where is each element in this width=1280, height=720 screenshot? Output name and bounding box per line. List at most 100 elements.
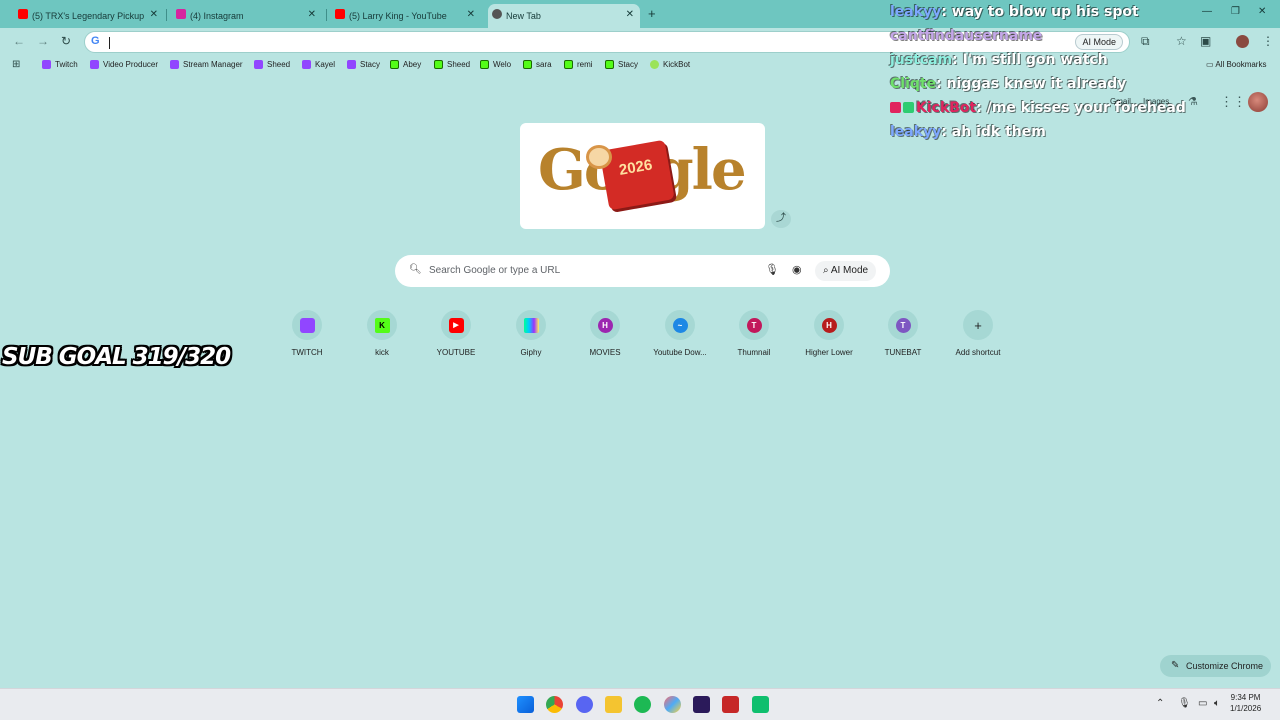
- shortcut-tile: T: [739, 310, 769, 340]
- chat-username: leakyy: [890, 4, 942, 20]
- shortcut-tile: [292, 310, 322, 340]
- chrome-taskbar-icon[interactable]: [546, 696, 563, 713]
- shortcut-giphy[interactable]: Giphy: [494, 310, 568, 366]
- taskbar: ⌃ 🎙︎ ▭ 🔈︎ 9:34 PM 1/1/2026: [0, 688, 1280, 720]
- shortcut-tile: H: [814, 310, 844, 340]
- customize-chrome-button[interactable]: ✎ Customize Chrome: [1160, 655, 1271, 677]
- tab-title: (4) Instagram: [190, 11, 244, 21]
- chat-message: justcam: I'm still gon watch: [890, 52, 1280, 76]
- shortcut-tile: +: [963, 310, 993, 340]
- close-icon[interactable]: ✕: [150, 9, 158, 20]
- shortcut-youtube-downloader[interactable]: ~ Youtube Dow...: [643, 310, 717, 366]
- bookmark-label: Sheed: [267, 60, 291, 69]
- bookmark-item[interactable]: KickBot: [650, 60, 690, 69]
- microphone-tray-icon[interactable]: 🎙︎: [1178, 698, 1191, 709]
- bookmark-item[interactable]: Sheed: [434, 60, 470, 69]
- chat-overlay: leakyy: way to blow up his spot cantfind…: [890, 4, 1280, 148]
- shortcut-label: TUNEBAT: [884, 348, 922, 357]
- close-icon[interactable]: ✕: [308, 9, 316, 20]
- bookmark-item[interactable]: sara: [523, 60, 552, 69]
- chat-text: niggas knew it already: [946, 76, 1127, 92]
- chat-separator: :: [941, 124, 952, 140]
- volume-icon[interactable]: 🔈︎: [1214, 698, 1220, 709]
- chat-message: KickBot: /me kisses your forehead: [890, 100, 1280, 124]
- shortcut-tile: K: [367, 310, 397, 340]
- premiere-pro-icon[interactable]: [693, 696, 710, 713]
- bookmark-label: remi: [577, 60, 593, 69]
- shortcut-tile: [516, 310, 546, 340]
- apps-grid-icon[interactable]: ⊞: [12, 59, 20, 70]
- twitch-icon: [170, 60, 179, 69]
- bookmark-item[interactable]: Welo: [480, 60, 511, 69]
- tray-chevron-icon[interactable]: ⌃: [1156, 698, 1164, 709]
- kick-icon: [564, 60, 573, 69]
- tab-instagram[interactable]: (4) Instagram ✕: [172, 4, 322, 28]
- higher-lower-letter-icon: H: [821, 317, 837, 333]
- bookmark-item[interactable]: Sheed: [254, 60, 290, 69]
- chat-separator: :: [941, 4, 952, 20]
- shortcut-higher-lower[interactable]: H Higher Lower: [792, 310, 866, 366]
- shortcut-tile: H: [590, 310, 620, 340]
- tab-new-tab[interactable]: New Tab ✕: [488, 4, 640, 28]
- discord-icon[interactable]: [576, 696, 593, 713]
- google-doodle[interactable]: Google 2026: [520, 123, 765, 229]
- bookmark-item[interactable]: Stacy: [605, 60, 638, 69]
- app-green-icon[interactable]: [752, 696, 769, 713]
- bookmark-item[interactable]: Abey: [390, 60, 421, 69]
- bookmark-label: Video Producer: [103, 60, 158, 69]
- share-icon[interactable]: ⤴: [771, 210, 791, 228]
- spotify-icon[interactable]: [634, 696, 651, 713]
- microphone-icon[interactable]: 🎙︎: [765, 263, 779, 276]
- reload-icon[interactable]: ↻: [61, 34, 71, 48]
- shortcut-twitch[interactable]: TWITCH: [270, 310, 344, 366]
- bookmark-item[interactable]: Video Producer: [90, 60, 158, 69]
- back-icon[interactable]: ←: [13, 34, 25, 48]
- tab-separator: [326, 9, 327, 21]
- tab-separator: [166, 9, 167, 21]
- ai-mode-label: AI Mode: [830, 265, 869, 276]
- new-tab-button[interactable]: +: [648, 6, 656, 21]
- clock-date: 1/1/2026: [1230, 704, 1262, 713]
- twitch-icon: [347, 60, 356, 69]
- ai-mode-button[interactable]: ⌕ AI Mode: [815, 261, 877, 281]
- windows-start-icon[interactable]: [517, 696, 534, 713]
- bookmark-item[interactable]: Kayel: [302, 60, 335, 69]
- chat-separator: :: [952, 52, 963, 68]
- network-icon[interactable]: ▭: [1198, 698, 1207, 709]
- chat-message: cantfindausername: [890, 28, 1280, 52]
- text-cursor: [109, 37, 110, 49]
- close-icon[interactable]: ✕: [626, 9, 634, 20]
- doodle-calendar-book: 2026: [599, 139, 675, 211]
- search-box[interactable]: 🔍︎ Search Google or type a URL 🎙︎ ◉ ⌕ AI…: [395, 255, 890, 287]
- bookmark-label: KickBot: [663, 60, 691, 69]
- youtube-icon: [18, 9, 28, 19]
- bookmark-item[interactable]: Twitch: [42, 60, 78, 69]
- bookmark-label: Abey: [403, 60, 422, 69]
- file-explorer-icon[interactable]: [605, 696, 622, 713]
- forward-icon[interactable]: →: [37, 34, 49, 48]
- kick-icon: [605, 60, 614, 69]
- tab-title: New Tab: [506, 11, 541, 21]
- twitch-icon: [302, 60, 311, 69]
- shortcut-youtube[interactable]: ▶ YOUTUBE: [419, 310, 493, 366]
- shortcut-tunebat[interactable]: T TUNEBAT: [866, 310, 940, 366]
- doodle-year: 2026: [617, 156, 654, 179]
- tab-youtube-larry[interactable]: (5) Larry King - YouTube ✕: [331, 4, 481, 28]
- photos-icon[interactable]: [664, 696, 681, 713]
- bookmark-item[interactable]: remi: [564, 60, 593, 69]
- close-icon[interactable]: ✕: [467, 9, 475, 20]
- plus-icon: +: [974, 317, 982, 333]
- bookmark-item[interactable]: Stream Manager: [170, 60, 243, 69]
- shortcut-label: Giphy: [520, 348, 542, 357]
- tab-youtube-trx[interactable]: (5) TRX's Legendary Pickup Tru ✕: [14, 4, 164, 28]
- system-clock[interactable]: 9:34 PM 1/1/2026: [1230, 692, 1261, 714]
- shortcut-label: Higher Lower: [805, 348, 853, 357]
- shortcut-kick[interactable]: K kick: [345, 310, 419, 366]
- app-red-icon[interactable]: [722, 696, 739, 713]
- lens-camera-icon[interactable]: ◉: [792, 263, 802, 276]
- bookmark-item[interactable]: Stacy: [347, 60, 380, 69]
- shortcut-movies[interactable]: H MOVIES: [568, 310, 642, 366]
- coffee-cup-icon: [586, 145, 612, 169]
- add-shortcut-button[interactable]: + Add shortcut: [941, 310, 1015, 366]
- shortcut-thumnail[interactable]: T Thumnail: [717, 310, 791, 366]
